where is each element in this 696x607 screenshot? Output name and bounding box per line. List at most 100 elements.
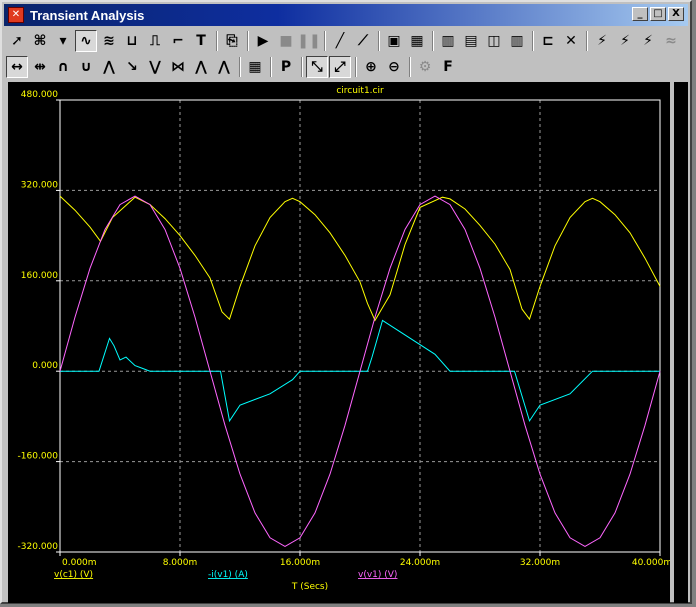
window-title: Transient Analysis [30,7,145,23]
x-tick-label: 24.000m [400,558,440,568]
valley-tool[interactable]: ⚡ [614,30,636,52]
plot-area[interactable]: -320.000 -160.000 0.000 160.000 320.000 480.0… [8,82,673,603]
line-tool[interactable]: ╱ [329,30,351,52]
table-tool[interactable]: ▦ [244,56,266,78]
label-tool[interactable]: ⌐ [167,30,189,52]
local-max-tool[interactable]: ⋀ [98,56,120,78]
scale-x-tool[interactable]: ⤡ [306,56,328,78]
toolbar-separator [239,57,241,77]
frame-tool[interactable]: ▣ [383,30,405,52]
average-icon: ⋀ [195,59,207,75]
horizontal-grid-icon: ▤ [464,33,478,49]
performance-icon: P [280,59,292,75]
copy-icon: ⎘ [226,33,238,49]
transient-analysis-window: ✕ Transient Analysis _ □ X ➚ ⌘ ▾ ∿ ≋ ⊔ ⎍ ⌐ T ⎘ ▶ ■ ❚… [0,0,692,604]
cursor-h-tool[interactable]: ↔ [6,56,28,78]
toolbar-separator [532,31,534,51]
local-min-icon: ⋁ [149,59,161,75]
step-tool[interactable]: ⎍ [144,30,166,52]
wave-icon: ≈ [665,33,677,49]
inflection-tool[interactable]: ⋈ [167,56,189,78]
minimize-button[interactable]: _ [632,7,648,21]
toolbar-separator [324,31,326,51]
split-tool[interactable]: ◫ [483,30,505,52]
valley-icon: ⚡ [620,33,630,49]
toolbar-analysis: ↔ ⇹ ∩ ∪ ⋀ ↘ ⋁ ⋈ ⋀ ⋀ ▦ P ⤡ ⤢ ⊕ ⊖ ⚙ F [6,54,460,80]
toolbar-separator [301,57,303,77]
local-min-tool[interactable]: ⋁ [144,56,166,78]
scale-x-icon: ⤡ [311,59,323,75]
toolbar-separator [378,31,380,51]
wave-tool[interactable]: ≈ [660,30,682,52]
slope-down-icon: ↘ [126,59,138,75]
toolbar-separator [247,31,249,51]
font-tool[interactable]: F [437,56,459,78]
peak-min-tool[interactable]: ∪ [75,56,97,78]
toolbar-separator [432,31,434,51]
slope-tool[interactable]: ⚡ [637,30,659,52]
text-tool[interactable]: T [190,30,212,52]
cursor-v-tool[interactable]: ⇹ [29,56,51,78]
maximize-button[interactable]: □ [650,7,666,21]
step-icon: ⎍ [150,33,160,49]
linear-scale-tool[interactable]: ∿ [75,30,97,52]
waveform-icon: ∿ [80,33,92,49]
vertical-cursor-icon: ⇹ [34,59,46,75]
horizontal-cursor-icon: ↔ [11,59,23,75]
x-tick-label: 8.000m [163,558,198,568]
scope-tool[interactable]: ⊏ [537,30,559,52]
copy-tool[interactable]: ⎘ [221,30,243,52]
performance-tool[interactable]: P [275,56,297,78]
curve-select-icon: ⌘ [33,33,47,49]
zoom-out-tool[interactable]: ⊖ [383,56,405,78]
table-icon: ▦ [248,59,262,75]
global-max-tool[interactable]: ⋀ [213,56,235,78]
slope-down-tool[interactable]: ↘ [121,56,143,78]
y-tick-label: 0.000 [32,361,58,371]
toolbar-main: ➚ ⌘ ▾ ∿ ≋ ⊔ ⎍ ⌐ T ⎘ ▶ ■ ❚❚ ╱ ⟋ ▣ ▦ ▥ ▤ ◫ ▥ ⊏ ✕ ⚡ ⚡ ⚡ ≈ [6,28,683,54]
text-icon: T [196,33,206,49]
close-button[interactable]: X [668,7,684,21]
y-tick-label: 160.000 [21,271,58,281]
axis-x-tool[interactable]: ⊔ [121,30,143,52]
peak-icon: ⚡ [597,33,607,49]
x-axis-label: T (Secs) [291,582,328,592]
local-max-icon: ⋀ [103,59,115,75]
x-tick-label: 0.000m [62,558,97,568]
grid-icon: ▦ [410,33,424,49]
toolbar-separator [586,31,588,51]
select-tool[interactable]: ➚ [6,30,28,52]
scale-y-tool[interactable]: ⤢ [329,56,351,78]
vertical-grid-icon: ▥ [441,33,455,49]
run-button[interactable]: ▶ [252,30,274,52]
x-tick-label: 32.000m [520,558,560,568]
peak-tool[interactable]: ⚡ [591,30,613,52]
zoom-in-tool[interactable]: ⊕ [360,56,382,78]
chart-svg[interactable]: -320.000 -160.000 0.000 160.000 320.000 480.0… [8,82,673,603]
curve-select-tool[interactable]: ⌘ [29,30,51,52]
hgrid-tool[interactable]: ▤ [460,30,482,52]
pause-button[interactable]: ❚❚ [297,30,320,52]
title-bar[interactable]: ✕ Transient Analysis _ □ X [4,4,688,26]
vgrid-tool[interactable]: ▥ [437,30,459,52]
log-scale-tool[interactable]: ≋ [98,30,120,52]
toolbar-separator [216,31,218,51]
app-logo-icon[interactable]: ✕ [8,7,24,23]
cross-icon: ✕ [565,33,577,49]
settings-tool[interactable]: ⚙ [414,56,436,78]
point-line-tool[interactable]: ⟋ [352,30,374,52]
cross-tool[interactable]: ✕ [560,30,582,52]
inflection-icon: ⋈ [171,59,185,75]
stop-button[interactable]: ■ [275,30,297,52]
grid-tool[interactable]: ▦ [406,30,428,52]
toolbar-separator [355,57,357,77]
average-tool[interactable]: ⋀ [190,56,212,78]
peak-max-tool[interactable]: ∩ [52,56,74,78]
dropdown-tool[interactable]: ▾ [52,30,74,52]
point-line-icon: ⟋ [358,33,368,49]
legend-entry: v(v1) (V) [358,570,397,580]
gear-icon: ⚙ [418,59,432,75]
font-icon: F [443,59,453,75]
columns-tool[interactable]: ▥ [506,30,528,52]
zoom-in-icon: ⊕ [365,59,377,75]
